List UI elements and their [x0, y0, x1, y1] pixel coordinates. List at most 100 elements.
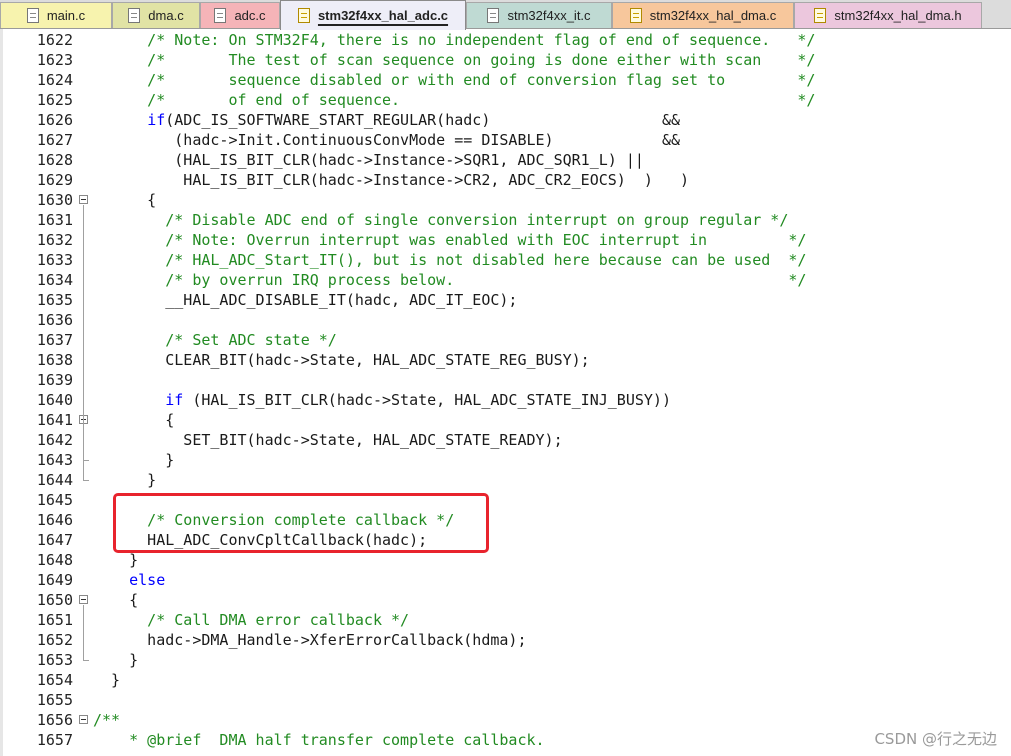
code-line[interactable]: 1630 { — [0, 190, 1011, 210]
code-line[interactable]: 1635 __HAL_ADC_DISABLE_IT(hadc, ADC_IT_E… — [0, 290, 1011, 310]
code-text: HAL_IS_BIT_CLR(hadc->Instance->CR2, ADC_… — [93, 170, 689, 190]
tab-stm32f4xx-hal-dma-h[interactable]: stm32f4xx_hal_dma.h — [794, 2, 982, 28]
tab-label: main.c — [46, 8, 86, 23]
code-text: * @brief DMA half transfer complete call… — [93, 730, 544, 750]
code-line[interactable]: 1622 /* Note: On STM32F4, there is no in… — [0, 30, 1011, 50]
code-comment: /* of end of sequence. */ — [93, 91, 816, 109]
code-line[interactable]: 1650 { — [0, 590, 1011, 610]
code-line[interactable]: 1627 (hadc->Init.ContinuousConvMode == D… — [0, 130, 1011, 150]
line-number: 1644 — [36, 471, 73, 489]
code-token: } — [93, 471, 157, 489]
line-number: 1650 — [36, 591, 73, 609]
fold-guide-end — [83, 480, 89, 481]
code-line[interactable]: 1652 hadc->DMA_Handle->XferErrorCallback… — [0, 630, 1011, 650]
line-number: 1639 — [36, 371, 73, 389]
fold-guide — [83, 425, 84, 460]
code-line[interactable]: 1640 if (HAL_IS_BIT_CLR(hadc->State, HAL… — [0, 390, 1011, 410]
code-line[interactable]: 1648 } — [0, 550, 1011, 570]
code-keyword: else — [129, 571, 166, 589]
locked-c-file-icon — [297, 8, 310, 23]
code-text: } — [93, 450, 174, 470]
code-text: { — [93, 590, 138, 610]
line-number: 1653 — [36, 651, 73, 669]
locked-c-file-icon — [629, 8, 642, 23]
code-line[interactable]: 1651 /* Call DMA error callback */ — [0, 610, 1011, 630]
code-text: } — [93, 550, 138, 570]
tab-dma-c[interactable]: dma.c — [112, 2, 200, 28]
watermark: CSDN @行之无边 — [874, 730, 997, 748]
c-file-icon — [26, 8, 39, 23]
code-text: { — [93, 190, 156, 210]
tab-label: stm32f4xx_hal_dma.h — [834, 8, 962, 23]
code-line[interactable]: 1633 /* HAL_ADC_Start_IT(), but is not d… — [0, 250, 1011, 270]
code-token: } — [93, 651, 139, 669]
code-line[interactable]: 1625 /* of end of sequence. */ — [0, 90, 1011, 110]
code-line[interactable]: 1638 CLEAR_BIT(hadc->State, HAL_ADC_STAT… — [0, 350, 1011, 370]
line-number: 1626 — [36, 111, 73, 129]
code-token: } — [93, 451, 175, 469]
code-editor[interactable]: 1622 /* Note: On STM32F4, there is no in… — [0, 29, 1011, 756]
line-number: 1635 — [36, 291, 73, 309]
code-line[interactable]: 1629 HAL_IS_BIT_CLR(hadc->Instance->CR2,… — [0, 170, 1011, 190]
code-line[interactable]: 1641 { — [0, 410, 1011, 430]
tab-label: stm32f4xx_it.c — [507, 8, 591, 23]
code-line[interactable]: 1653 } — [0, 650, 1011, 670]
code-text: /* HAL_ADC_Start_IT(), but is not disabl… — [93, 250, 806, 270]
code-line[interactable]: 1656 /** — [0, 710, 1011, 730]
code-token: { — [93, 191, 157, 209]
code-line[interactable]: 1642 SET_BIT(hadc->State, HAL_ADC_STATE_… — [0, 430, 1011, 450]
code-line[interactable]: 1623 /* The test of scan sequence on goi… — [0, 50, 1011, 70]
code-line[interactable]: 1655 — [0, 690, 1011, 710]
code-line[interactable]: 1626 if(ADC_IS_SOFTWARE_START_REGULAR(ha… — [0, 110, 1011, 130]
code-comment: /* The test of scan sequence on going is… — [93, 51, 816, 69]
code-text: /* The test of scan sequence on going is… — [93, 50, 815, 70]
code-comment: /* HAL_ADC_Start_IT(), but is not disabl… — [93, 251, 807, 269]
code-line[interactable]: 1628 (HAL_IS_BIT_CLR(hadc->Instance->SQR… — [0, 150, 1011, 170]
code-line[interactable]: 1644 } — [0, 470, 1011, 490]
tab-label: stm32f4xx_hal_adc.c — [317, 8, 449, 23]
line-number: 1637 — [36, 331, 73, 349]
line-number: 1629 — [36, 171, 73, 189]
code-text: else — [93, 570, 165, 590]
tab-stm32f4xx-it-c[interactable]: stm32f4xx_it.c — [466, 2, 612, 28]
code-text: /** — [93, 710, 120, 730]
code-line[interactable]: 1657 * @brief DMA half transfer complete… — [0, 730, 1011, 750]
code-line[interactable]: 1636 — [0, 310, 1011, 330]
fold-collapse-icon[interactable] — [79, 195, 88, 204]
line-number: 1649 — [36, 571, 73, 589]
line-number: 1638 — [36, 351, 73, 369]
fold-collapse-icon[interactable] — [79, 595, 88, 604]
tab-main-c[interactable]: main.c — [0, 2, 112, 28]
code-line[interactable]: 1634 /* by overrun IRQ process below. */ — [0, 270, 1011, 290]
tab-label: adc.c — [234, 8, 266, 23]
code-token: hadc->DMA_Handle->XferErrorCallback(hdma… — [93, 631, 527, 649]
code-text: /* sequence disabled or with end of conv… — [93, 70, 815, 90]
code-line[interactable]: 1637 /* Set ADC state */ — [0, 330, 1011, 350]
code-line[interactable]: 1649 else — [0, 570, 1011, 590]
code-text: (hadc->Init.ContinuousConvMode == DISABL… — [93, 130, 680, 150]
code-line[interactable]: 1643 } — [0, 450, 1011, 470]
code-line[interactable]: 1631 /* Disable ADC end of single conver… — [0, 210, 1011, 230]
line-number: 1646 — [36, 511, 73, 529]
c-file-icon — [214, 8, 227, 23]
tab-adc-c[interactable]: adc.c — [200, 2, 280, 28]
fold-collapse-icon[interactable] — [79, 715, 88, 724]
line-number: 1633 — [36, 251, 73, 269]
line-number: 1648 — [36, 551, 73, 569]
line-number: 1643 — [36, 451, 73, 469]
code-text: /* Disable ADC end of single conversion … — [93, 210, 788, 230]
code-text: if (HAL_IS_BIT_CLR(hadc->State, HAL_ADC_… — [93, 390, 671, 410]
code-line[interactable]: 1639 — [0, 370, 1011, 390]
code-line[interactable]: 1632 /* Note: Overrun interrupt was enab… — [0, 230, 1011, 250]
code-comment: /* Set ADC state */ — [93, 331, 337, 349]
fold-guide-end — [83, 660, 89, 661]
code-line[interactable]: 1654 } — [0, 670, 1011, 690]
code-comment: /* Disable ADC end of single conversion … — [93, 211, 789, 229]
code-text: /* Note: Overrun interrupt was enabled w… — [93, 230, 806, 250]
code-text: /* by overrun IRQ process below. */ — [93, 270, 806, 290]
code-line[interactable]: 1624 /* sequence disabled or with end of… — [0, 70, 1011, 90]
tab-stm32f4xx-hal-dma-c[interactable]: stm32f4xx_hal_dma.c — [612, 2, 794, 28]
line-number: 1651 — [36, 611, 73, 629]
tab-stm32f4xx-hal-adc-c[interactable]: stm32f4xx_hal_adc.c — [280, 0, 466, 30]
fold-guide — [83, 605, 84, 660]
